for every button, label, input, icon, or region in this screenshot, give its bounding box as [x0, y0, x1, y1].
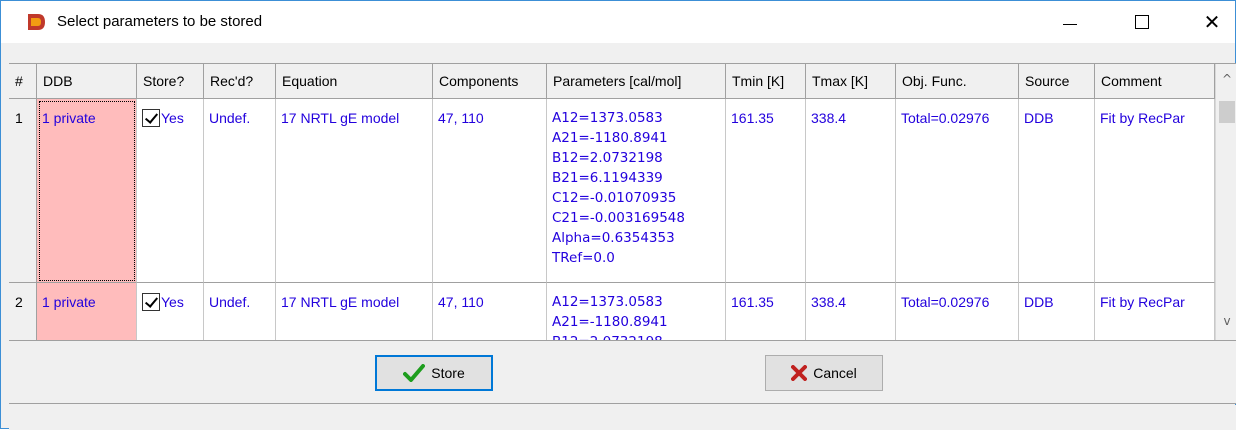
scrollbar-thumb[interactable] [1219, 101, 1235, 123]
header-ddb[interactable]: DDB [37, 64, 137, 99]
status-bar [9, 405, 1236, 430]
equation-cell[interactable]: 17 NRTL gE model [276, 99, 433, 283]
minimize-button[interactable] [1047, 1, 1093, 43]
dialog-window: Select parameters to be stored ✕ # DDB S… [0, 0, 1236, 430]
parameters-cell[interactable]: A12=1373.0583 A21=-1180.8941 B12=2.07321… [547, 283, 726, 340]
store-label: Yes [161, 294, 184, 310]
header-num[interactable]: # [9, 64, 37, 99]
maximize-button[interactable] [1119, 1, 1165, 43]
red-x-icon [791, 365, 808, 381]
store-checkbox[interactable] [142, 293, 160, 311]
tmin-cell[interactable]: 161.35 [726, 283, 806, 340]
recd-cell[interactable]: Undef. [204, 283, 276, 340]
store-cell[interactable]: Yes [137, 283, 204, 340]
parameters-grid[interactable]: # DDB Store? Rec'd? Equation Components … [9, 63, 1236, 340]
row-number: 1 [9, 99, 37, 283]
store-cell[interactable]: Yes [137, 99, 204, 283]
tmax-cell[interactable]: 338.4 [806, 283, 896, 340]
header-equation[interactable]: Equation [276, 64, 433, 99]
store-label: Yes [161, 110, 184, 126]
scroll-up-icon[interactable]: ^ [1216, 72, 1236, 92]
tmin-cell[interactable]: 161.35 [726, 99, 806, 283]
ddb-cell[interactable]: 1 private [37, 283, 137, 340]
components-cell[interactable]: 47, 110 [433, 283, 547, 340]
header-tmax[interactable]: Tmax [K] [806, 64, 896, 99]
equation-cell[interactable]: 17 NRTL gE model [276, 283, 433, 340]
comment-cell[interactable]: Fit by RecPar [1095, 283, 1215, 340]
comment-cell[interactable]: Fit by RecPar [1095, 99, 1215, 283]
minimize-icon [1063, 23, 1077, 25]
header-store[interactable]: Store? [137, 64, 204, 99]
components-cell[interactable]: 47, 110 [433, 99, 547, 283]
header-tmin[interactable]: Tmin [K] [726, 64, 806, 99]
close-button[interactable]: ✕ [1189, 1, 1235, 43]
vertical-scrollbar[interactable]: ^ v [1215, 64, 1236, 340]
maximize-icon [1135, 15, 1149, 29]
store-button-label: Store [431, 365, 465, 381]
source-cell[interactable]: DDB [1019, 99, 1095, 283]
scroll-down-icon[interactable]: v [1216, 314, 1236, 334]
window-title: Select parameters to be stored [57, 13, 263, 30]
close-icon: ✕ [1203, 10, 1221, 34]
store-checkbox[interactable] [142, 109, 160, 127]
cancel-button-label: Cancel [813, 365, 857, 381]
ddb-cell[interactable]: 1 private [37, 99, 137, 283]
parameters-cell[interactable]: A12=1373.0583 A21=-1180.8941 B12=2.07321… [547, 99, 726, 283]
header-parameters[interactable]: Parameters [cal/mol] [547, 64, 726, 99]
source-cell[interactable]: DDB [1019, 283, 1095, 340]
recd-cell[interactable]: Undef. [204, 99, 276, 283]
header-components[interactable]: Components [433, 64, 547, 99]
green-check-icon [403, 364, 426, 382]
title-bar[interactable]: Select parameters to be stored ✕ [1, 1, 1235, 43]
header-source[interactable]: Source [1019, 64, 1095, 99]
header-objfunc[interactable]: Obj. Func. [896, 64, 1019, 99]
store-button[interactable]: Store [375, 355, 493, 391]
header-recd[interactable]: Rec'd? [204, 64, 276, 99]
row-number: 2 [9, 283, 37, 340]
cancel-button[interactable]: Cancel [765, 355, 883, 391]
objfunc-cell[interactable]: Total=0.02976 [896, 99, 1019, 283]
objfunc-cell[interactable]: Total=0.02976 [896, 283, 1019, 340]
app-icon [28, 14, 45, 30]
button-panel: Store Cancel [9, 340, 1236, 404]
header-comment[interactable]: Comment [1095, 64, 1215, 99]
tmax-cell[interactable]: 338.4 [806, 99, 896, 283]
